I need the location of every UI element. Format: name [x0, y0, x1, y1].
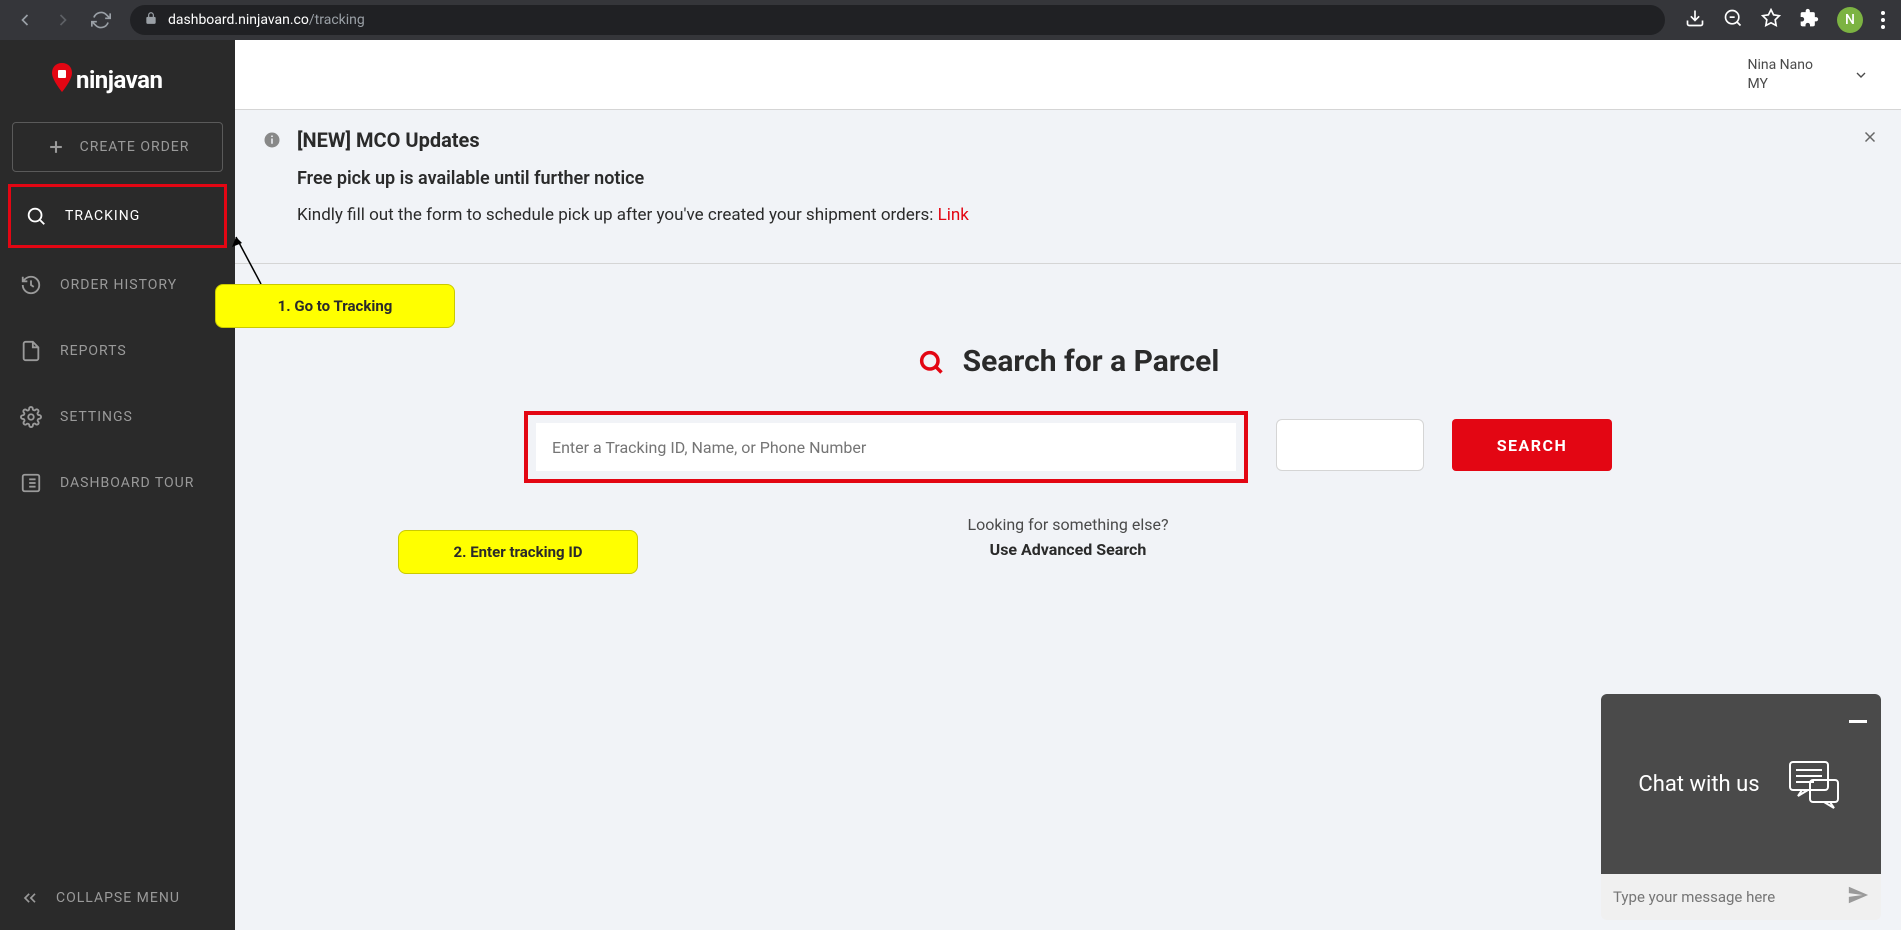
- star-icon[interactable]: [1761, 8, 1781, 32]
- user-name: Nina Nano: [1747, 56, 1813, 74]
- create-order-button[interactable]: CREATE ORDER: [12, 122, 223, 172]
- user-menu[interactable]: Nina Nano MY: [1747, 56, 1869, 92]
- logo-pin-icon: [50, 62, 74, 98]
- tracking-input[interactable]: [536, 423, 1236, 471]
- menu-icon[interactable]: [1881, 11, 1885, 29]
- annotation-1: 1. Go to Tracking: [215, 284, 455, 328]
- chat-icon: [1784, 754, 1844, 814]
- user-region: MY: [1747, 75, 1813, 93]
- sidebar-item-label: ORDER HISTORY: [60, 277, 177, 293]
- sidebar-item-label: DASHBOARD TOUR: [60, 475, 194, 491]
- tracking-input-highlight: [524, 411, 1248, 483]
- profile-avatar[interactable]: N: [1837, 7, 1863, 33]
- minimize-icon[interactable]: [1849, 708, 1867, 727]
- back-button[interactable]: [8, 3, 42, 37]
- search-sub1: Looking for something else?: [967, 515, 1168, 534]
- chevron-down-icon: [1853, 67, 1869, 83]
- chat-widget: Chat with us: [1601, 694, 1881, 920]
- sidebar-item-label: SETTINGS: [60, 409, 133, 425]
- gear-icon: [20, 406, 42, 428]
- file-icon: [20, 340, 42, 362]
- zoom-icon[interactable]: [1723, 8, 1743, 32]
- brand-name: ninjavan: [76, 66, 162, 94]
- sidebar-item-label: REPORTS: [60, 343, 127, 359]
- close-icon[interactable]: [1861, 128, 1879, 150]
- url-path: /tracking: [309, 12, 365, 28]
- notice-banner: [NEW] MCO Updates Free pick up is availa…: [235, 110, 1901, 264]
- avatar-letter: N: [1845, 12, 1855, 28]
- sidebar-item-order-history[interactable]: ORDER HISTORY: [0, 252, 235, 318]
- sidebar-item-tracking[interactable]: TRACKING: [8, 184, 227, 248]
- annotation-2: 2. Enter tracking ID: [398, 530, 638, 574]
- reload-button[interactable]: [84, 3, 118, 37]
- search-icon: [917, 348, 945, 376]
- lock-icon: [144, 11, 158, 29]
- browser-chrome: dashboard.ninjavan.co/tracking N: [0, 0, 1901, 40]
- banner-title: [NEW] MCO Updates: [297, 128, 969, 152]
- collapse-label: COLLAPSE MENU: [56, 890, 180, 906]
- history-icon: [20, 274, 42, 296]
- info-icon: [263, 131, 281, 241]
- chat-input[interactable]: [1613, 888, 1847, 906]
- search-icon: [25, 205, 47, 227]
- chat-input-row: [1601, 874, 1881, 920]
- extensions-icon[interactable]: [1799, 8, 1819, 32]
- sidebar-item-dashboard-tour[interactable]: DASHBOARD TOUR: [0, 450, 235, 516]
- search-heading: Search for a Parcel: [917, 344, 1220, 379]
- brand-logo[interactable]: ninjavan: [0, 40, 235, 122]
- search-button[interactable]: SEARCH: [1452, 419, 1612, 471]
- sidebar: ninjavan CREATE ORDER TRACKING ORDER HIS…: [0, 40, 235, 930]
- banner-line1: Free pick up is available until further …: [297, 168, 969, 189]
- top-bar: Nina Nano MY: [235, 40, 1901, 110]
- banner-link[interactable]: Link: [938, 205, 969, 225]
- banner-line2-pre: Kindly fill out the form to schedule pic…: [297, 205, 938, 225]
- chat-header[interactable]: Chat with us: [1601, 694, 1881, 874]
- send-icon[interactable]: [1847, 884, 1869, 910]
- sidebar-item-settings[interactable]: SETTINGS: [0, 384, 235, 450]
- chat-title: Chat with us: [1638, 772, 1759, 797]
- plus-icon: [46, 137, 66, 157]
- sidebar-item-reports[interactable]: REPORTS: [0, 318, 235, 384]
- url-host: dashboard.ninjavan.co: [168, 12, 309, 28]
- address-bar[interactable]: dashboard.ninjavan.co/tracking: [130, 5, 1665, 35]
- secondary-input[interactable]: [1276, 419, 1424, 471]
- forward-button[interactable]: [46, 3, 80, 37]
- collapse-menu-button[interactable]: COLLAPSE MENU: [0, 866, 235, 930]
- search-title: Search for a Parcel: [963, 344, 1220, 379]
- advanced-search-link[interactable]: Use Advanced Search: [990, 540, 1147, 559]
- create-order-label: CREATE ORDER: [80, 139, 190, 155]
- main-content: Nina Nano MY [NEW] MCO Updates Free pick…: [235, 40, 1901, 930]
- list-icon: [20, 472, 42, 494]
- annotation-arrow: [228, 229, 268, 289]
- download-icon[interactable]: [1685, 8, 1705, 32]
- sidebar-item-label: TRACKING: [65, 208, 140, 224]
- chevrons-left-icon: [20, 888, 40, 908]
